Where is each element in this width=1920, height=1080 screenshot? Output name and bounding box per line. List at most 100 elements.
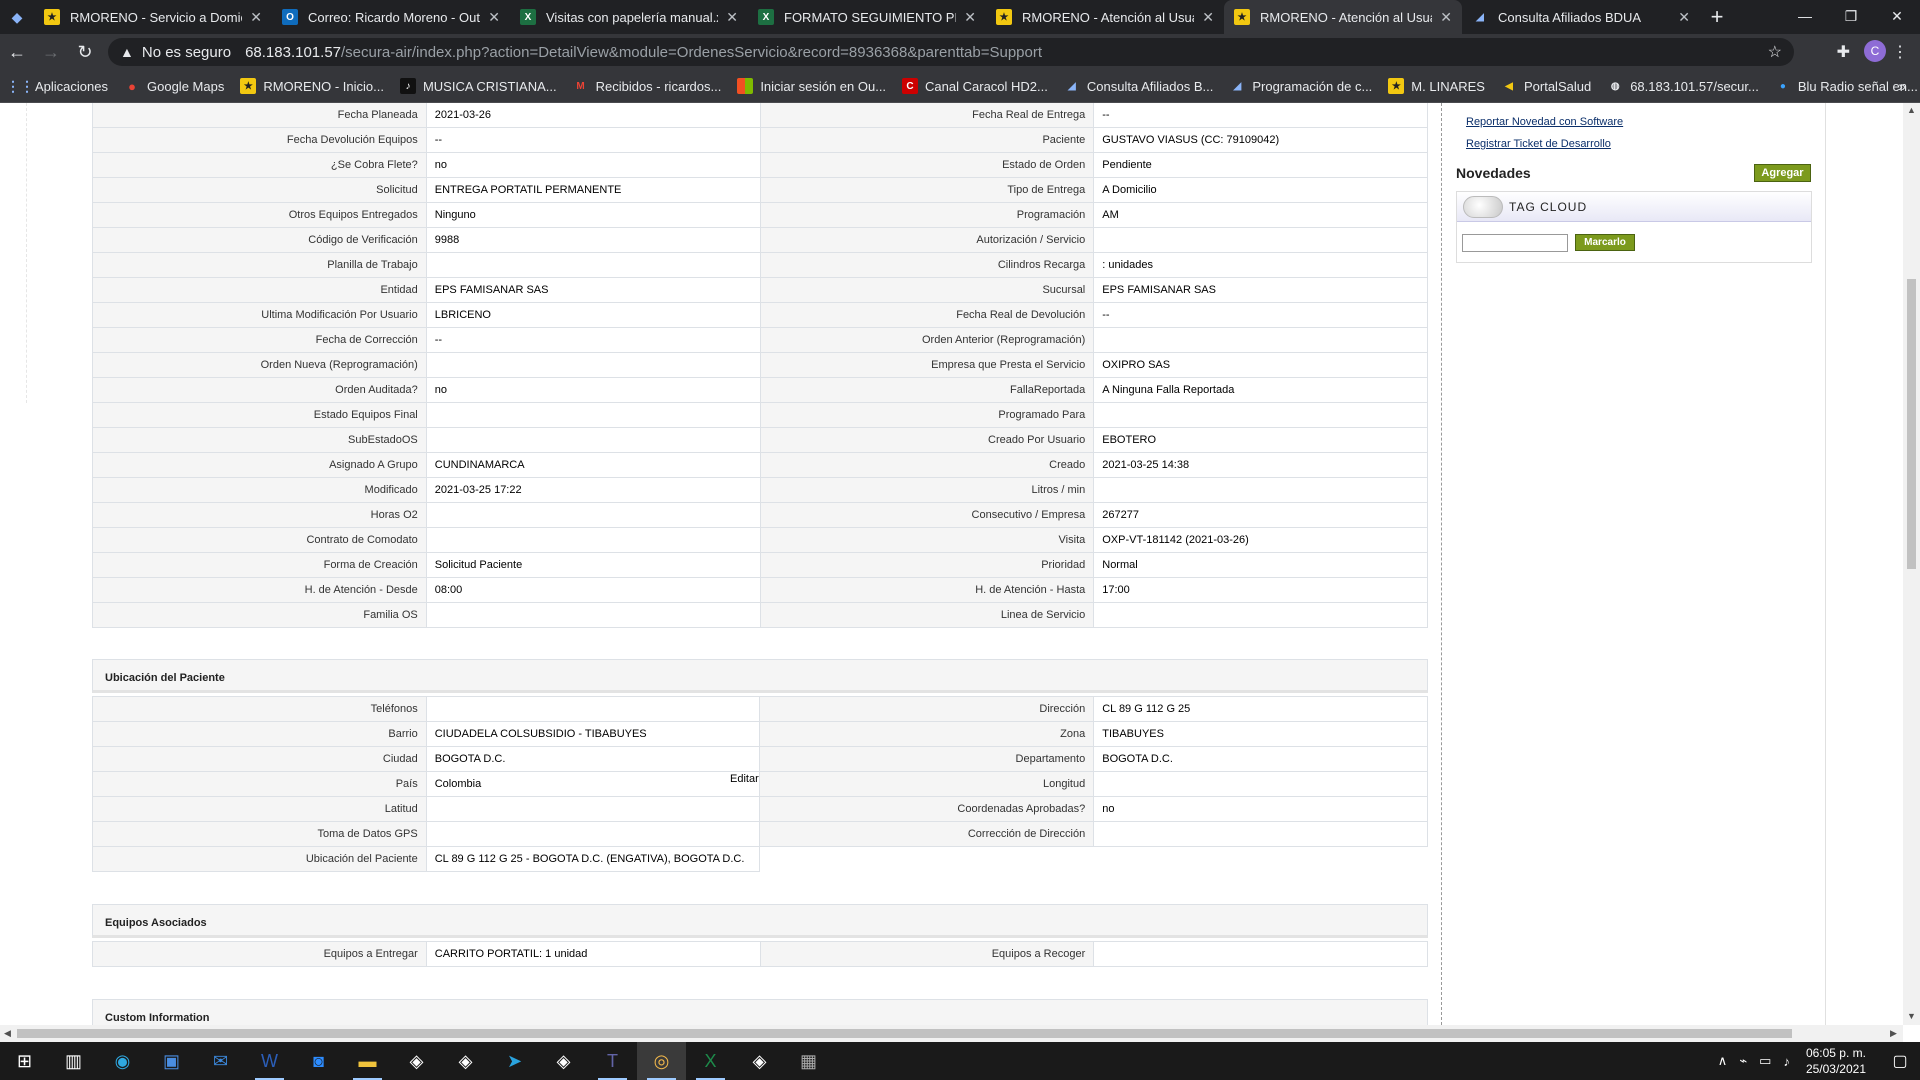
close-tab-icon[interactable]: ✕ (964, 9, 976, 26)
security-label: No es seguro (141, 43, 232, 61)
edit-link[interactable]: Editar (730, 773, 759, 785)
close-tab-icon[interactable]: ✕ (1678, 9, 1690, 26)
portal-icon: ◀ (1505, 80, 1513, 92)
bookmark-item[interactable]: ◢ Programación de c... (1229, 78, 1372, 94)
sidebar-border (1825, 103, 1826, 1025)
field-label: Fecha Devolución Equipos (92, 127, 427, 153)
browser-tab[interactable]: X FORMATO SEGUIMIENTO PROGR ✕ (748, 0, 986, 34)
tab-search-maps-icon[interactable]: ◆ (0, 0, 34, 34)
network-icon[interactable]: ⌁ (1739, 1053, 1747, 1069)
vertical-scroll-thumb[interactable] (1907, 279, 1916, 569)
minimize-icon[interactable]: — (1782, 0, 1828, 32)
agregar-button[interactable]: Agregar (1754, 164, 1811, 182)
marcarlo-button[interactable]: Marcarlo (1575, 234, 1635, 251)
edge-icon[interactable]: ◉ (98, 1042, 147, 1080)
browser-tab[interactable]: ★ RMORENO - Servicio a Domicilio ✕ (34, 0, 272, 34)
details-table: Fecha Planeada 2021-03-26 Fecha Real de En… (92, 103, 1428, 628)
horizontal-scrollbar[interactable]: ◀ ▶ (0, 1025, 1903, 1042)
tag-cloud-title: TAG CLOUD (1509, 200, 1588, 214)
back-button[interactable]: ← (0, 35, 34, 69)
scroll-down-icon[interactable]: ▼ (1907, 1011, 1916, 1021)
chevron-up-icon[interactable]: ∧ (1718, 1053, 1728, 1069)
bookmark-item[interactable]: ♪ MUSICA CRISTIANA... (399, 78, 557, 94)
windows-start-icon[interactable]: ⊞ (0, 1042, 49, 1080)
tab-title: Correo: Ricardo Moreno - Outlook (308, 9, 480, 25)
scroll-left-icon[interactable]: ◀ (4, 1028, 11, 1039)
field-value: 9988 (425, 227, 761, 253)
detail-row: Estado Equipos Final Programado Para (92, 402, 1428, 428)
bookmark-item[interactable]: ◢ Consulta Afiliados B... (1064, 78, 1213, 94)
link-reportar-novedad[interactable]: Reportar Novedad con Software (1466, 116, 1623, 128)
word-icon[interactable]: W (245, 1042, 294, 1080)
app-icon[interactable]: ◈ (735, 1042, 784, 1080)
tab-title: Visitas con papelería manual.xlsx (546, 9, 718, 25)
field-label: Zona (759, 721, 1095, 747)
bookmark-item[interactable]: ● Blu Radio señal en... (1775, 78, 1918, 94)
profile-avatar[interactable]: C (1864, 40, 1886, 62)
bookmarks-overflow-icon[interactable]: » (1898, 78, 1906, 94)
tag-cloud-header: TAG CLOUD (1457, 192, 1811, 222)
bookmark-item[interactable]: M Recibidos - ricardos... (573, 78, 721, 94)
browser-tab[interactable]: ★ RMORENO - Atención al Usuario ✕ (986, 0, 1224, 34)
vertical-scrollbar[interactable]: ▲ ▼ (1903, 103, 1920, 1025)
notifications-icon[interactable]: ▢ (1880, 1051, 1920, 1071)
bookmark-item[interactable]: Iniciar sesión en Ou... (737, 78, 886, 94)
store-icon[interactable]: ▣ (147, 1042, 196, 1080)
close-tab-icon[interactable]: ✕ (1202, 9, 1214, 26)
bookmark-star-icon[interactable]: ☆ (1768, 42, 1782, 62)
browser-tab[interactable]: O Correo: Ricardo Moreno - Outlook ✕ (272, 0, 510, 34)
horizontal-scroll-thumb[interactable] (17, 1029, 1792, 1038)
bookmark-item[interactable]: ★ M. LINARES (1388, 78, 1485, 94)
app-icon[interactable]: ◈ (539, 1042, 588, 1080)
field-value: CUNDINAMARCA (425, 452, 761, 478)
browser-tab[interactable]: ★ RMORENO - Atención al Usuario ✕ (1224, 0, 1462, 34)
display-icon[interactable]: ▭ (1759, 1053, 1771, 1069)
close-tab-icon[interactable]: ✕ (250, 9, 262, 26)
app-icon[interactable]: ◈ (392, 1042, 441, 1080)
field-label: Corrección de Dirección (759, 821, 1095, 847)
bookmark-item[interactable]: ◍ 68.183.101.57/secur... (1607, 78, 1759, 94)
bookmark-item[interactable]: ★ RMORENO - Inicio... (240, 78, 384, 94)
chrome-icon[interactable]: ◎ (637, 1042, 686, 1080)
task-view-icon[interactable]: ▥ (49, 1042, 98, 1080)
bookmark-item[interactable]: ● Google Maps (124, 78, 224, 94)
browser-tab[interactable]: X Visitas con papelería manual.xlsx ✕ (510, 0, 748, 34)
address-bar[interactable]: ▲ No es seguro 68.183.101.57/secura-air/… (108, 38, 1794, 66)
field-value (425, 821, 761, 847)
app-icon[interactable]: ◈ (441, 1042, 490, 1080)
close-tab-icon[interactable]: ✕ (726, 9, 738, 26)
close-tab-icon[interactable]: ✕ (1440, 9, 1452, 26)
restore-icon[interactable]: ❐ (1828, 0, 1874, 32)
scroll-right-icon[interactable]: ▶ (1890, 1028, 1897, 1039)
link-registrar-ticket[interactable]: Registrar Ticket de Desarrollo (1466, 138, 1611, 150)
forward-button[interactable]: → (34, 35, 68, 69)
bookmark-item[interactable]: C Canal Caracol HD2... (902, 78, 1048, 94)
extensions-icon[interactable]: ✚ (1837, 42, 1850, 62)
tag-input[interactable] (1462, 234, 1568, 252)
menu-icon[interactable]: ⋮ (1892, 42, 1908, 62)
bookmark-item[interactable]: ◀ PortalSalud (1501, 78, 1591, 94)
url-host: 68.183.101.57 (245, 43, 342, 61)
field-value (1093, 477, 1428, 503)
reload-button[interactable]: ↻ (68, 35, 102, 69)
close-window-icon[interactable]: ✕ (1874, 0, 1920, 32)
close-tab-icon[interactable]: ✕ (488, 9, 500, 26)
field-value (1093, 602, 1428, 628)
volume-icon[interactable]: ♪ (1783, 1054, 1790, 1069)
field-label: Familia OS (92, 602, 427, 628)
scroll-up-icon[interactable]: ▲ (1907, 105, 1916, 115)
excel-icon[interactable]: X (686, 1042, 735, 1080)
calculator-icon[interactable]: ▦ (784, 1042, 833, 1080)
browser-tab[interactable]: ◢ Consulta Afiliados BDUA ✕ (1462, 0, 1700, 34)
field-value: EPS FAMISANAR SAS (1093, 277, 1428, 303)
field-value: EBOTERO (1093, 427, 1428, 453)
file-explorer-icon[interactable]: ▬ (343, 1042, 392, 1080)
mail-icon[interactable]: ✉ (196, 1042, 245, 1080)
field-label: Estado Equipos Final (92, 402, 427, 428)
clock[interactable]: 06:05 p. m. 25/03/2021 (1806, 1045, 1866, 1077)
telegram-icon[interactable]: ➤ (490, 1042, 539, 1080)
teams-icon[interactable]: T (588, 1042, 637, 1080)
zoom-icon[interactable]: ◙ (294, 1042, 343, 1080)
new-tab-button[interactable]: + (1700, 0, 1734, 34)
bookmark-item[interactable]: ⋮⋮ Aplicaciones (6, 78, 108, 94)
